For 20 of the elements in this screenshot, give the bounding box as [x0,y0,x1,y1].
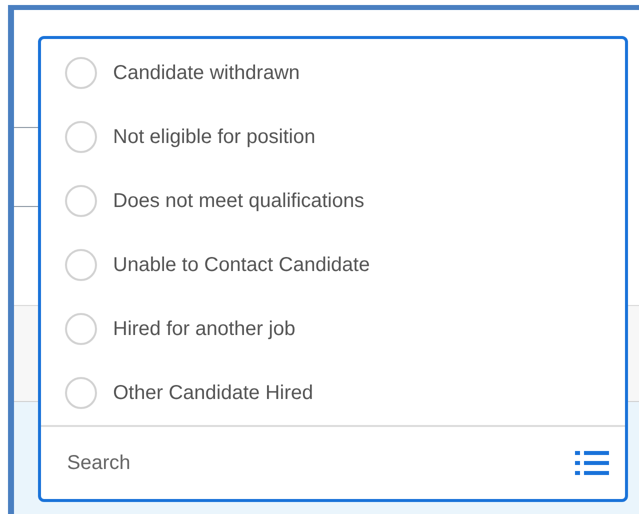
list-icon[interactable] [575,450,609,476]
option-item[interactable]: Candidate withdrawn [41,41,625,105]
radio-button[interactable] [65,57,97,89]
radio-button[interactable] [65,313,97,345]
radio-button[interactable] [65,121,97,153]
option-label: Not eligible for position [113,126,316,148]
option-label: Does not meet qualifications [113,190,364,212]
radio-button[interactable] [65,249,97,281]
option-item[interactable]: Hired for another job [41,297,625,361]
option-item[interactable]: Unable to Contact Candidate [41,233,625,297]
option-item[interactable]: Does not meet qualifications [41,169,625,233]
radio-button[interactable] [65,377,97,409]
search-field[interactable]: Search [67,452,575,474]
radio-button[interactable] [65,185,97,217]
option-label: Candidate withdrawn [113,62,300,84]
option-label: Other Candidate Hired [113,382,314,404]
option-item[interactable]: Other Candidate Hired [41,361,625,425]
option-item[interactable]: Not eligible for position [41,105,625,169]
option-label: Unable to Contact Candidate [113,254,370,276]
option-label: Hired for another job [113,318,296,340]
